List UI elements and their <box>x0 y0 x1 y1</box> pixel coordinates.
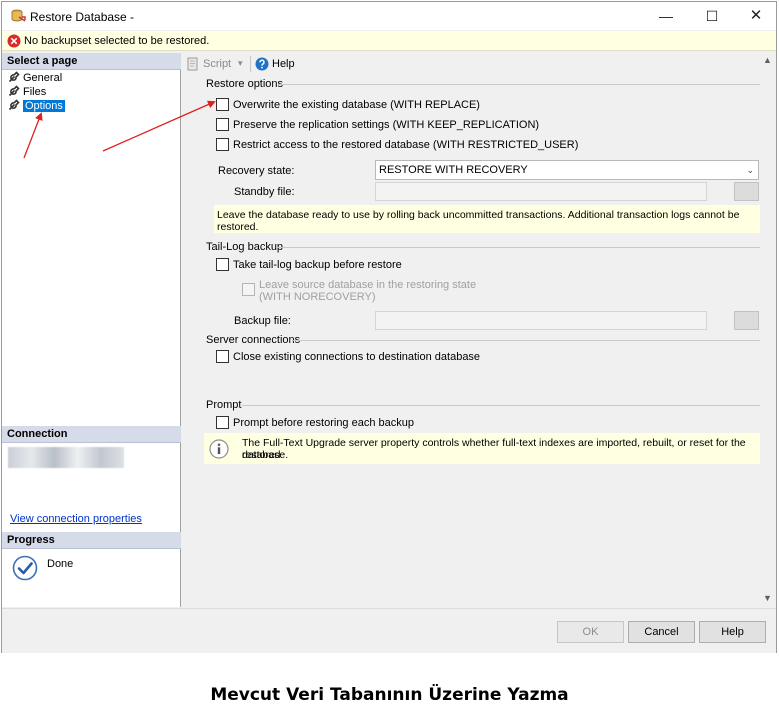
group-divider <box>292 340 760 341</box>
progress-header: Progress <box>2 532 181 549</box>
cancel-button[interactable]: Cancel <box>628 621 695 643</box>
close-connections-checkbox[interactable] <box>216 350 229 363</box>
page-item-general[interactable]: General <box>8 71 62 85</box>
recovery-state-value: RESTORE WITH RECOVERY <box>379 164 528 176</box>
group-divider <box>278 84 760 85</box>
info-note-line1: The Full-Text Upgrade server property co… <box>242 437 746 461</box>
restrict-access-label: Restrict access to the restored database… <box>233 139 579 151</box>
close-connections-label: Close existing connections to destinatio… <box>233 351 481 363</box>
help-icon <box>255 57 269 71</box>
take-tail-log-label: Take tail-log backup before restore <box>233 259 402 271</box>
restore-database-dialog: Restore Database - — ☐ ✕ No backupset se… <box>1 1 777 653</box>
full-text-info-note: The Full-Text Upgrade server property co… <box>204 433 760 464</box>
recovery-state-combo[interactable]: RESTORE WITH RECOVERY ⌄ <box>375 160 759 180</box>
page-item-label: Options <box>23 100 65 112</box>
overwrite-checkbox[interactable] <box>216 98 229 111</box>
ok-button[interactable]: OK <box>557 621 624 643</box>
connection-header: Connection <box>2 426 181 443</box>
take-tail-log-checkbox[interactable] <box>216 258 229 271</box>
window-title: Restore Database - <box>30 10 135 24</box>
standby-file-label: Standby file: <box>234 186 295 198</box>
left-pane: Select a page General Files Options Conn… <box>2 53 181 607</box>
page-item-options[interactable]: Options <box>8 99 65 113</box>
recovery-state-label: Recovery state: <box>218 165 295 177</box>
preserve-replication-checkbox[interactable] <box>216 118 229 131</box>
dialog-footer: OK Cancel Help <box>2 608 776 653</box>
page-item-label: General <box>23 72 63 84</box>
tail-log-group-label: Tail-Log backup <box>206 241 284 253</box>
scroll-up-arrow[interactable]: ▲ <box>763 55 772 65</box>
recovery-state-note: Leave the database ready to use by rolli… <box>214 205 760 233</box>
figure-caption: Mevcut Veri Tabanının Üzerine Yazma <box>210 685 569 705</box>
wrench-icon <box>8 85 20 97</box>
error-message: No backupset selected to be restored. <box>24 35 210 47</box>
standby-file-browse-button[interactable] <box>734 182 759 201</box>
page-item-files[interactable]: Files <box>8 85 46 99</box>
script-icon <box>187 57 198 71</box>
prompt-group-label: Prompt <box>206 399 242 411</box>
group-divider <box>242 405 760 406</box>
info-note-line2: database. <box>242 449 289 461</box>
help-button[interactable]: Help <box>272 58 295 70</box>
title-bar[interactable]: Restore Database - — ☐ ✕ <box>2 2 776 30</box>
group-divider <box>276 247 760 248</box>
page-item-label: Files <box>23 86 47 98</box>
wrench-icon <box>8 71 20 83</box>
leave-norecovery-label-line2: (WITH NORECOVERY) <box>259 291 376 303</box>
maximize-button[interactable]: ☐ <box>690 2 734 30</box>
overwrite-label: Overwrite the existing database (WITH RE… <box>233 99 480 111</box>
connection-info-redacted <box>8 447 124 468</box>
server-connections-group-label: Server connections <box>206 334 301 346</box>
vertical-scrollbar[interactable]: ▲ ▼ <box>760 53 776 607</box>
prompt-before-restore-label: Prompt before restoring each backup <box>233 417 414 429</box>
standby-file-input[interactable] <box>375 182 707 201</box>
close-button[interactable]: ✕ <box>734 2 778 30</box>
leave-norecovery-label-line1: Leave source database in the restoring s… <box>259 279 477 291</box>
toolbar: Script ▾ Help <box>182 53 776 75</box>
database-restore-icon <box>11 9 26 22</box>
info-icon <box>209 439 229 459</box>
script-dropdown-arrow[interactable]: ▾ <box>238 58 243 69</box>
backup-file-label: Backup file: <box>234 315 291 327</box>
done-check-icon <box>12 555 38 581</box>
view-connection-properties-link[interactable]: View connection properties <box>10 513 142 525</box>
recovery-note-text: Leave the database ready to use by rolli… <box>217 209 740 233</box>
chevron-down-icon: ⌄ <box>746 165 754 175</box>
help-footer-button[interactable]: Help <box>699 621 766 643</box>
restore-options-group-label: Restore options <box>206 78 284 90</box>
leave-norecovery-checkbox[interactable] <box>242 283 255 296</box>
error-icon <box>7 34 21 48</box>
toolbar-separator <box>250 56 251 72</box>
restrict-access-checkbox[interactable] <box>216 138 229 151</box>
backup-file-input[interactable] <box>375 311 707 330</box>
backup-file-browse-button[interactable] <box>734 311 759 330</box>
options-page: Script ▾ Help Restore options Overwrite … <box>182 53 776 607</box>
select-page-header: Select a page <box>2 53 181 70</box>
error-bar: No backupset selected to be restored. <box>2 31 776 51</box>
script-button[interactable]: Script <box>203 58 231 70</box>
wrench-icon <box>8 99 20 111</box>
preserve-replication-label: Preserve the replication settings (WITH … <box>233 119 540 131</box>
progress-status: Done <box>47 558 74 570</box>
prompt-before-restore-checkbox[interactable] <box>216 416 229 429</box>
minimize-button[interactable]: — <box>644 2 688 30</box>
scroll-down-arrow[interactable]: ▼ <box>763 593 772 603</box>
